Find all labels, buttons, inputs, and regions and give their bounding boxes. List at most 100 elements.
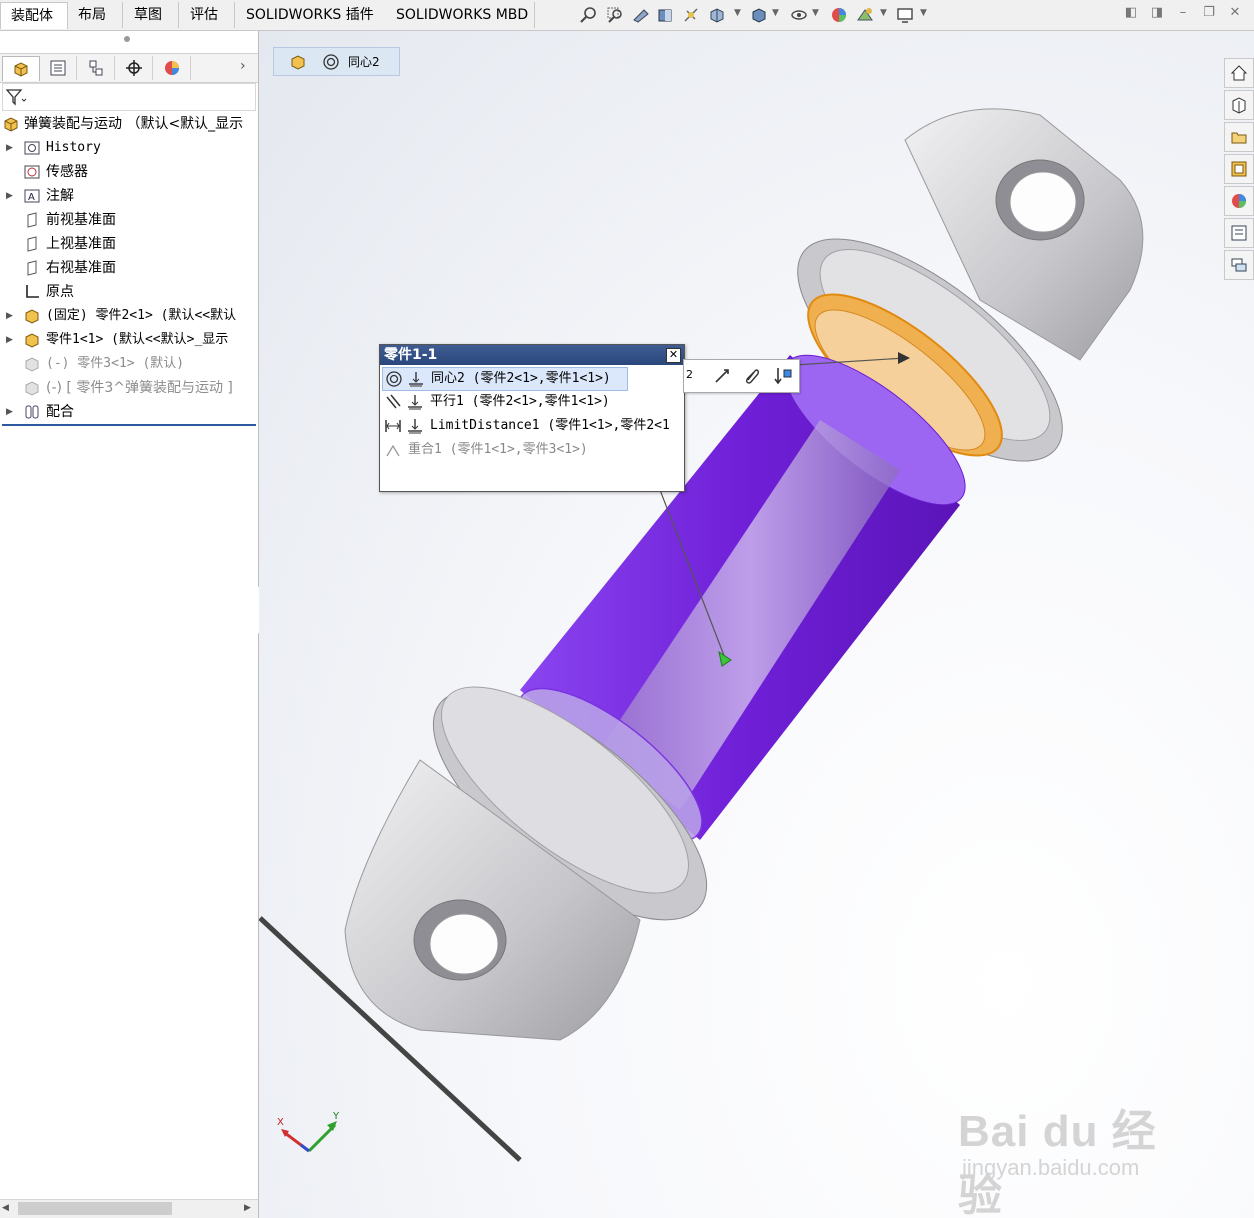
- tab-display-manager[interactable]: [154, 56, 191, 80]
- plane-icon: [27, 236, 37, 252]
- horizontal-scrollbar[interactable]: ◀ ▶: [0, 1199, 258, 1218]
- annotation-icon: A: [24, 189, 40, 203]
- forum-icon: [1231, 258, 1247, 272]
- chevron-down-icon[interactable]: ▼: [920, 8, 927, 18]
- tree-item[interactable]: 原点: [0, 280, 258, 304]
- tree-item-label: 传感器: [46, 164, 88, 180]
- tree-item[interactable]: ▶ 配合: [0, 400, 258, 424]
- tree-item-label: 上视基准面: [46, 236, 116, 252]
- tab-configuration-manager[interactable]: [78, 56, 115, 80]
- close-button[interactable]: ✕: [666, 348, 681, 363]
- tree-item[interactable]: ▶ History: [0, 136, 258, 160]
- sw-resources-button[interactable]: [1224, 58, 1254, 88]
- tab-layout[interactable]: 布局: [68, 2, 123, 28]
- tree-item[interactable]: 前视基准面: [0, 208, 258, 232]
- apply-scene-icon[interactable]: [856, 6, 874, 24]
- mate-label: LimitDistance1 (零件1<1>,零件2<1: [430, 418, 670, 433]
- tree-item[interactable]: ▶ (固定) 零件2<1> (默认<<默认: [0, 304, 258, 328]
- tab-solidworks-mbd[interactable]: SOLIDWORKS MBD: [386, 2, 535, 28]
- tree-item[interactable]: (-) 零件3<1> (默认): [0, 352, 258, 376]
- tree-item[interactable]: 右视基准面: [0, 256, 258, 280]
- hide-show-items-icon[interactable]: [790, 6, 808, 24]
- tree-item[interactable]: (-) [ 零件3^弹簧装配与运动 ]: [0, 376, 258, 400]
- tab-solidworks-addins[interactable]: SOLIDWORKS 插件: [236, 2, 389, 28]
- tree-item-label: 前视基准面: [46, 212, 116, 228]
- appearances-icon: [1232, 194, 1246, 208]
- context-toolbar[interactable]: 2: [683, 359, 800, 393]
- view-settings-icon[interactable]: [896, 6, 914, 24]
- expand-arrow-icon[interactable]: ▶: [6, 328, 13, 352]
- assembly-tree-icon: [14, 62, 28, 77]
- dynamic-annotation-icon[interactable]: [682, 6, 700, 24]
- custom-properties-button[interactable]: [1224, 218, 1254, 248]
- home-icon: [1230, 65, 1248, 81]
- popup-title-bar[interactable]: 零件1-1 ✕: [380, 345, 684, 365]
- file-explorer-button[interactable]: [1224, 122, 1254, 152]
- tree-item-label: (-) 零件3<1> (默认): [46, 356, 185, 371]
- tree-item[interactable]: 传感器: [0, 160, 258, 184]
- tab-property-manager[interactable]: [40, 56, 77, 80]
- feature-manager-tabs: ›: [0, 53, 258, 83]
- tree-item[interactable]: ▶ 零件1<1> (默认<<默认>_显示: [0, 328, 258, 352]
- chevron-down-icon[interactable]: ▼: [772, 8, 779, 18]
- selection-breadcrumb[interactable]: 同心2: [273, 47, 400, 76]
- watermark-url: jingyan.baidu.com: [962, 1155, 1140, 1180]
- folder-icon: [1231, 132, 1247, 144]
- expand-arrow-icon[interactable]: ▶: [6, 136, 13, 160]
- sort-insert-icon[interactable]: [772, 366, 794, 386]
- appearances-button[interactable]: [1224, 186, 1254, 216]
- expand-arrow-icon[interactable]: ▶: [6, 400, 13, 424]
- previous-view-icon[interactable]: [632, 6, 650, 24]
- plane-icon: [27, 212, 37, 228]
- flip-alignment-icon[interactable]: [712, 366, 732, 386]
- close-icon[interactable]: ✕: [1228, 6, 1242, 20]
- tree-item[interactable]: 上视基准面: [0, 232, 258, 256]
- chevron-right-icon[interactable]: ›: [240, 58, 246, 74]
- part-suppressed-icon: [25, 357, 39, 372]
- display-style-icon[interactable]: [750, 6, 768, 24]
- panel-grip-handle[interactable]: [124, 36, 130, 42]
- forum-button[interactable]: [1224, 250, 1254, 280]
- tab-sketch[interactable]: 草图: [124, 2, 179, 28]
- tab-dimxpert-manager[interactable]: [116, 56, 153, 80]
- section-view-icon[interactable]: [656, 6, 674, 24]
- model-view[interactable]: [259, 31, 1254, 1218]
- chevron-down-icon[interactable]: ▼: [812, 8, 819, 18]
- scroll-left-icon[interactable]: ◀: [2, 1203, 9, 1213]
- panel-collapse-icon[interactable]: ◧: [1124, 6, 1138, 20]
- scroll-right-icon[interactable]: ▶: [244, 1203, 251, 1213]
- zoom-to-fit-icon[interactable]: [580, 6, 598, 24]
- tree-item-label: 配合: [46, 404, 74, 420]
- design-library-button[interactable]: [1224, 90, 1254, 120]
- tree-rollback-bar[interactable]: [2, 424, 256, 426]
- mate-item[interactable]: 平行1 (零件2<1>,零件1<1>): [382, 391, 680, 413]
- paperclip-icon[interactable]: [742, 366, 762, 386]
- mate-reference-icon: [408, 395, 422, 410]
- edit-appearance-icon[interactable]: [830, 6, 848, 24]
- tree-filter-field[interactable]: [2, 83, 256, 111]
- view-palette-button[interactable]: [1224, 154, 1254, 184]
- chevron-down-icon[interactable]: ▼: [880, 8, 887, 18]
- mate-item[interactable]: LimitDistance1 (零件1<1>,零件2<1: [382, 415, 680, 437]
- concentric-mate-icon: [386, 371, 402, 387]
- mate-item[interactable]: 同心2 (零件2<1>,零件1<1>): [382, 367, 628, 391]
- tree-root-assembly[interactable]: 弹簧装配与运动 （默认<默认_显示: [0, 112, 258, 136]
- mates-popup[interactable]: 零件1-1 ✕ 同心2 (零件2<1>,零件1<1>) 平行1 (零件2<1>,零…: [379, 344, 685, 492]
- popup-title: 零件1-1: [384, 347, 438, 363]
- assembly-icon: [291, 55, 305, 70]
- expand-arrow-icon[interactable]: ▶: [6, 304, 13, 328]
- panel-expand-icon[interactable]: ◨: [1150, 6, 1164, 20]
- scroll-thumb[interactable]: [18, 1202, 172, 1215]
- chevron-down-icon[interactable]: ▼: [734, 8, 741, 18]
- minimize-icon[interactable]: –: [1176, 6, 1190, 20]
- tab-evaluate[interactable]: 评估: [180, 2, 235, 28]
- tab-assembly[interactable]: 装配体: [0, 2, 68, 29]
- tree-item[interactable]: ▶ A 注解: [0, 184, 258, 208]
- zoom-to-area-icon[interactable]: [606, 6, 624, 24]
- view-orientation-icon[interactable]: [708, 6, 726, 24]
- tab-feature-tree[interactable]: [2, 56, 40, 81]
- restore-icon[interactable]: ❐: [1202, 6, 1216, 20]
- graphics-area[interactable]: 同心2 X Y Bai du 经验 jingyan.baidu.com: [259, 31, 1254, 1218]
- expand-arrow-icon[interactable]: ▶: [6, 184, 13, 208]
- mate-item[interactable]: 重合1 (零件1<1>,零件3<1>): [382, 439, 680, 461]
